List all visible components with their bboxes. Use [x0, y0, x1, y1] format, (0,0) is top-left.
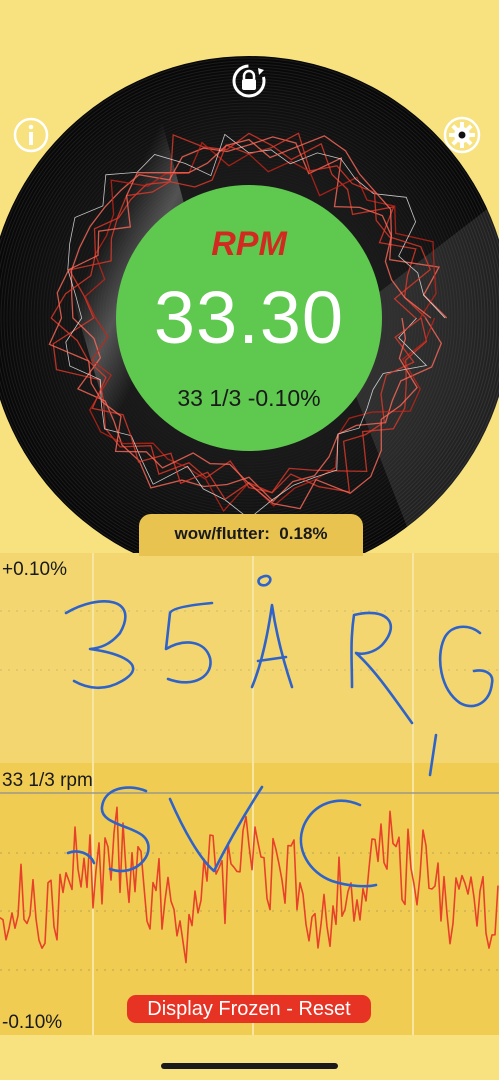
turntable-record-area: RPM 33.30 33 1/3 -0.10% [0, 0, 499, 560]
rpm-readout: RPM 33.30 33 1/3 -0.10% [116, 185, 382, 451]
home-indicator[interactable] [161, 1063, 338, 1069]
speed-graph-canvas [0, 553, 499, 1035]
gear-icon[interactable] [443, 116, 481, 154]
rpm-deviation: 33 1/3 -0.10% [177, 385, 321, 411]
graph-top-label: +0.10% [2, 559, 67, 580]
display-frozen-reset-button[interactable]: Display Frozen - Reset [127, 995, 371, 1023]
rpm-title: RPM [211, 225, 287, 263]
wow-flutter-tab: wow/flutter: 0.18% [139, 514, 363, 556]
info-icon[interactable] [12, 116, 50, 154]
wow-flutter-value: wow/flutter: 0.18% [174, 524, 328, 543]
rpm-value: 33.30 [153, 276, 345, 359]
lock-rotate-icon[interactable] [230, 62, 268, 100]
graph-center-label: 33 1/3 rpm [2, 770, 93, 791]
graph-bottom-label: -0.10% [2, 1012, 63, 1033]
speed-trace-line [0, 806, 499, 964]
speed-graph [0, 553, 499, 1035]
handwriting-stroke [168, 785, 264, 873]
